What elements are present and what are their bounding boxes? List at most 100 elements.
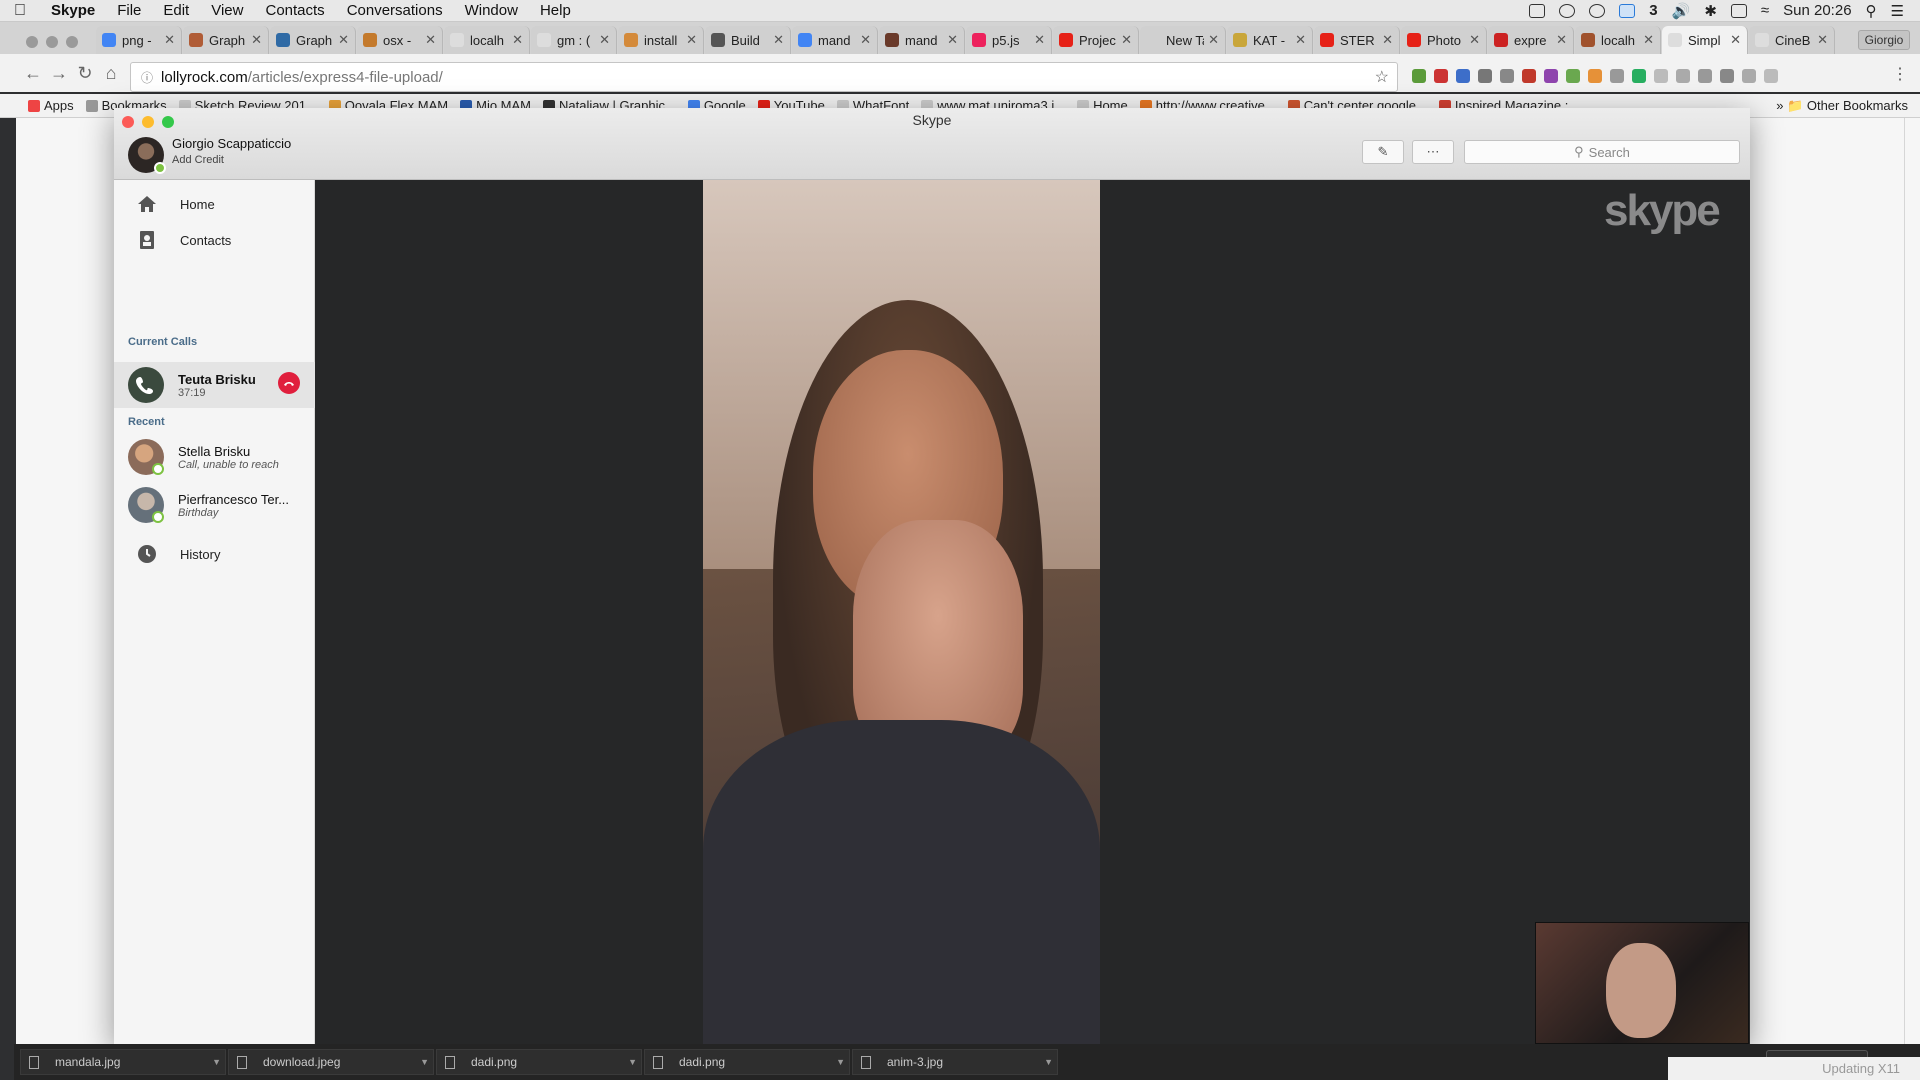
download-item[interactable]: anim-3.jpg ▼ [852,1049,1058,1075]
browser-minimize-icon[interactable] [46,36,58,48]
extension-icon[interactable] [1654,69,1668,83]
browser-menu-icon[interactable]: ⋮ [1892,64,1908,84]
tab-close-icon[interactable]: ✕ [860,32,871,48]
sidebar-item-home[interactable]: Home [114,186,315,222]
browser-tab[interactable]: Graph ✕ [183,26,269,54]
browser-tab[interactable]: Build ✕ [705,26,791,54]
apple-menu-icon[interactable]:  [0,2,40,20]
menu-help[interactable]: Help [529,2,582,19]
tab-close-icon[interactable]: ✕ [773,32,784,48]
tab-close-icon[interactable]: ✕ [512,32,523,48]
menu-contacts[interactable]: Contacts [254,2,335,19]
extension-icon[interactable] [1610,69,1624,83]
status-adobe-count[interactable]: 3 [1649,2,1657,19]
download-item[interactable]: dadi.png ▼ [644,1049,850,1075]
browser-tab[interactable]: Photo ✕ [1401,26,1487,54]
other-bookmarks[interactable]: » 📁 Other Bookmarks [1776,98,1908,114]
browser-tab[interactable]: KAT - ✕ [1227,26,1313,54]
menu-app-skype[interactable]: Skype [40,2,106,19]
extension-icon[interactable] [1478,69,1492,83]
browser-tab[interactable]: gm : (✕ [531,26,617,54]
status-app-icon[interactable] [1529,3,1546,18]
browser-tab[interactable]: CineB ✕ [1749,26,1835,54]
hang-up-button[interactable] [278,372,300,394]
browser-tab[interactable]: png - ✕ [96,26,182,54]
tab-close-icon[interactable]: ✕ [1817,32,1828,48]
tab-close-icon[interactable]: ✕ [164,32,175,48]
extension-icon[interactable] [1522,69,1536,83]
browser-tab[interactable]: Simpl ✕ [1662,26,1748,54]
download-menu-icon[interactable]: ▼ [628,1057,637,1067]
menu-window[interactable]: Window [454,2,529,19]
extension-icon[interactable] [1742,69,1756,83]
extension-icon[interactable] [1544,69,1558,83]
tab-close-icon[interactable]: ✕ [947,32,958,48]
download-menu-icon[interactable]: ▼ [212,1057,221,1067]
download-menu-icon[interactable]: ▼ [420,1057,429,1067]
tab-close-icon[interactable]: ✕ [1208,32,1219,48]
download-menu-icon[interactable]: ▼ [836,1057,845,1067]
browser-tab[interactable]: p5.js ✕ [966,26,1052,54]
add-credit-link[interactable]: Add Credit [172,154,224,166]
tab-close-icon[interactable]: ✕ [1556,32,1567,48]
browser-tab[interactable]: localh ✕ [1575,26,1661,54]
status-check-icon[interactable] [1559,3,1576,18]
extension-icon[interactable] [1434,69,1448,83]
browser-zoom-icon[interactable] [66,36,78,48]
dialpad-button[interactable]: ⋯ [1412,140,1454,164]
extension-icon[interactable] [1500,69,1514,83]
menu-file[interactable]: File [106,2,152,19]
tab-close-icon[interactable]: ✕ [1382,32,1393,48]
menu-view[interactable]: View [200,2,254,19]
browser-close-icon[interactable] [26,36,38,48]
tab-close-icon[interactable]: ✕ [1295,32,1306,48]
browser-tab[interactable]: STER ✕ [1314,26,1400,54]
extension-icon[interactable] [1632,69,1646,83]
extension-icon[interactable] [1764,69,1778,83]
my-name[interactable]: Giorgio Scappaticcio [172,136,291,151]
home-icon[interactable]: ⌂ [98,63,124,84]
tab-close-icon[interactable]: ✕ [1121,32,1132,48]
browser-tab[interactable]: Projec ✕ [1053,26,1139,54]
display-icon[interactable] [1730,3,1747,18]
download-item[interactable]: dadi.png ▼ [436,1049,642,1075]
bluetooth-icon[interactable]: ✱ [1704,2,1717,20]
menu-conversations[interactable]: Conversations [336,2,454,19]
tab-close-icon[interactable]: ✕ [686,32,697,48]
recent-item[interactable]: Stella Brisku Call, unable to reach [114,434,315,480]
extension-icon[interactable] [1720,69,1734,83]
sidebar-item-contacts[interactable]: Contacts [114,222,315,258]
tab-close-icon[interactable]: ✕ [1469,32,1480,48]
extension-icon[interactable] [1566,69,1580,83]
page-info-icon[interactable]: ⓘ [141,69,153,86]
tab-close-icon[interactable]: ✕ [425,32,436,48]
bookmark-item[interactable]: Apps [28,98,74,113]
menu-clock[interactable]: Sun 20:26 [1783,2,1851,19]
forward-icon[interactable]: → [46,63,72,84]
recent-item[interactable]: Pierfrancesco Ter... Birthday [114,482,315,528]
download-item[interactable]: download.jpeg ▼ [228,1049,434,1075]
tab-close-icon[interactable]: ✕ [1643,32,1654,48]
volume-icon[interactable]: 🔊 [1672,2,1691,20]
bookmark-star-icon[interactable]: ☆ [1375,67,1389,87]
sidebar-item-history[interactable]: History [114,536,315,572]
browser-tab[interactable]: localh ✕ [444,26,530,54]
tab-close-icon[interactable]: ✕ [1034,32,1045,48]
self-video-preview[interactable] [1535,922,1749,1044]
address-bar[interactable]: ⓘ lollyrock.com/articles/express4-file-u… [130,62,1398,92]
new-conversation-button[interactable]: ✎ [1362,140,1404,164]
extension-icon[interactable] [1412,69,1426,83]
browser-profile-button[interactable]: Giorgio [1858,30,1910,50]
browser-tab[interactable]: mand ✕ [792,26,878,54]
download-menu-icon[interactable]: ▼ [1044,1057,1053,1067]
extension-icon[interactable] [1698,69,1712,83]
back-icon[interactable]: ← [20,63,46,84]
extension-icon[interactable] [1588,69,1602,83]
browser-tab[interactable]: New Tab✕ [1140,26,1226,54]
browser-tab[interactable]: mand ✕ [879,26,965,54]
reload-icon[interactable]: ↻ [72,63,98,84]
extension-icon[interactable] [1456,69,1470,83]
tab-close-icon[interactable]: ✕ [1730,32,1741,48]
status-sync-icon[interactable] [1589,3,1606,18]
tab-close-icon[interactable]: ✕ [599,32,610,48]
